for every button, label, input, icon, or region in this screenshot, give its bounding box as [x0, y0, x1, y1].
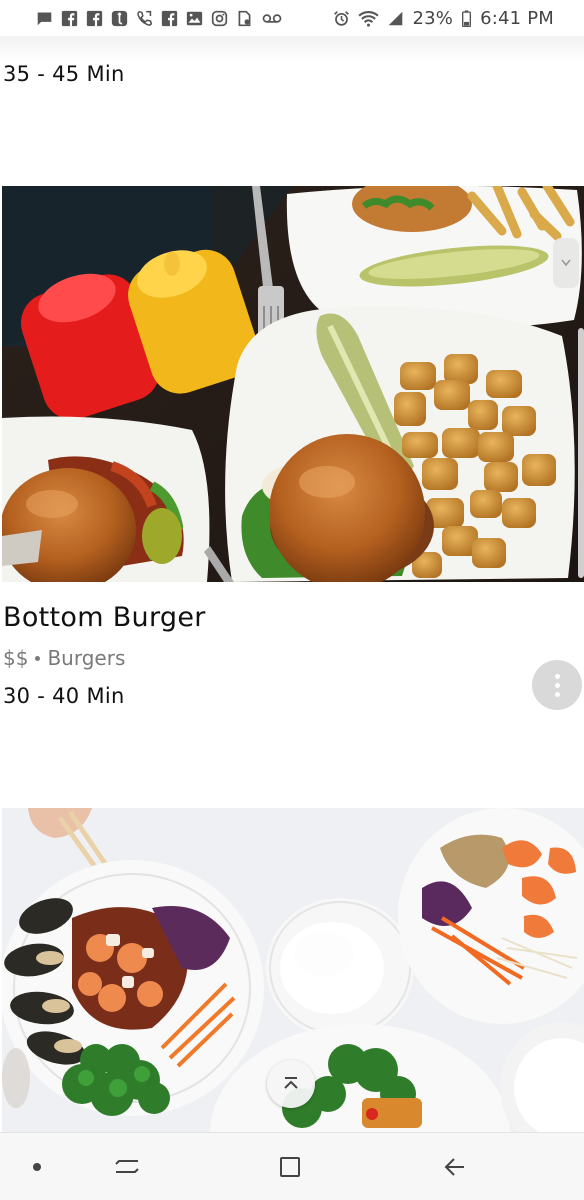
delivery-time: 30 - 40 Min [3, 684, 125, 708]
recent-apps-button[interactable] [109, 1149, 145, 1185]
file-icon [236, 10, 253, 27]
back-button[interactable] [436, 1149, 472, 1185]
scroll-to-top-button[interactable] [267, 1060, 315, 1108]
facebook-icon [86, 10, 103, 27]
more-vert-icon-dot [554, 682, 560, 688]
home-button[interactable] [272, 1149, 308, 1185]
image-icon [186, 10, 203, 27]
restaurant-photo[interactable] [2, 186, 584, 582]
restaurant-name[interactable]: Bottom Burger [3, 602, 206, 633]
recents-dot-button[interactable] [19, 1149, 55, 1185]
more-vert-icon [554, 673, 560, 679]
status-bar: 23% 6:41 PM [0, 0, 584, 36]
burger-photo [2, 186, 584, 582]
back-icon [444, 1158, 464, 1176]
cuisine-label: Burgers [47, 646, 126, 670]
home-icon [280, 1157, 300, 1177]
voicemail-icon [261, 10, 283, 27]
message-icon [36, 10, 53, 27]
navigation-bar [0, 1132, 584, 1200]
chevron-down-icon [561, 259, 571, 267]
restaurant-meta: $$ Burgers [3, 646, 125, 670]
system-status: 23% 6:41 PM [333, 8, 554, 29]
top-fade [0, 36, 584, 62]
scrollbar[interactable] [578, 328, 584, 578]
battery-icon [461, 9, 472, 27]
recent-apps-icon [115, 1160, 139, 1173]
side-panel-handle[interactable] [553, 238, 579, 288]
tumblr-icon [111, 10, 128, 27]
clock: 6:41 PM [480, 7, 554, 29]
call-icon [136, 10, 153, 27]
scroll-top-icon [284, 1077, 298, 1089]
restaurant-feed[interactable]: 35 - 45 Min Bottom Burger $$ Burgers 30 … [0, 36, 584, 1132]
facebook-icon [61, 10, 78, 27]
price-level: $$ [3, 646, 29, 670]
notification-icons [36, 10, 283, 27]
more-options-button[interactable] [532, 660, 582, 710]
alarm-icon [333, 10, 350, 27]
more-vert-icon-dot [554, 691, 560, 697]
previous-card-delivery-time: 35 - 45 Min [3, 62, 125, 86]
facebook-icon [161, 10, 178, 27]
recents-dot-icon [33, 1163, 41, 1171]
wifi-icon [358, 10, 380, 27]
instagram-icon [211, 10, 228, 27]
separator-dot [35, 655, 41, 661]
signal-icon [387, 10, 404, 27]
battery-percent: 23% [412, 7, 454, 29]
